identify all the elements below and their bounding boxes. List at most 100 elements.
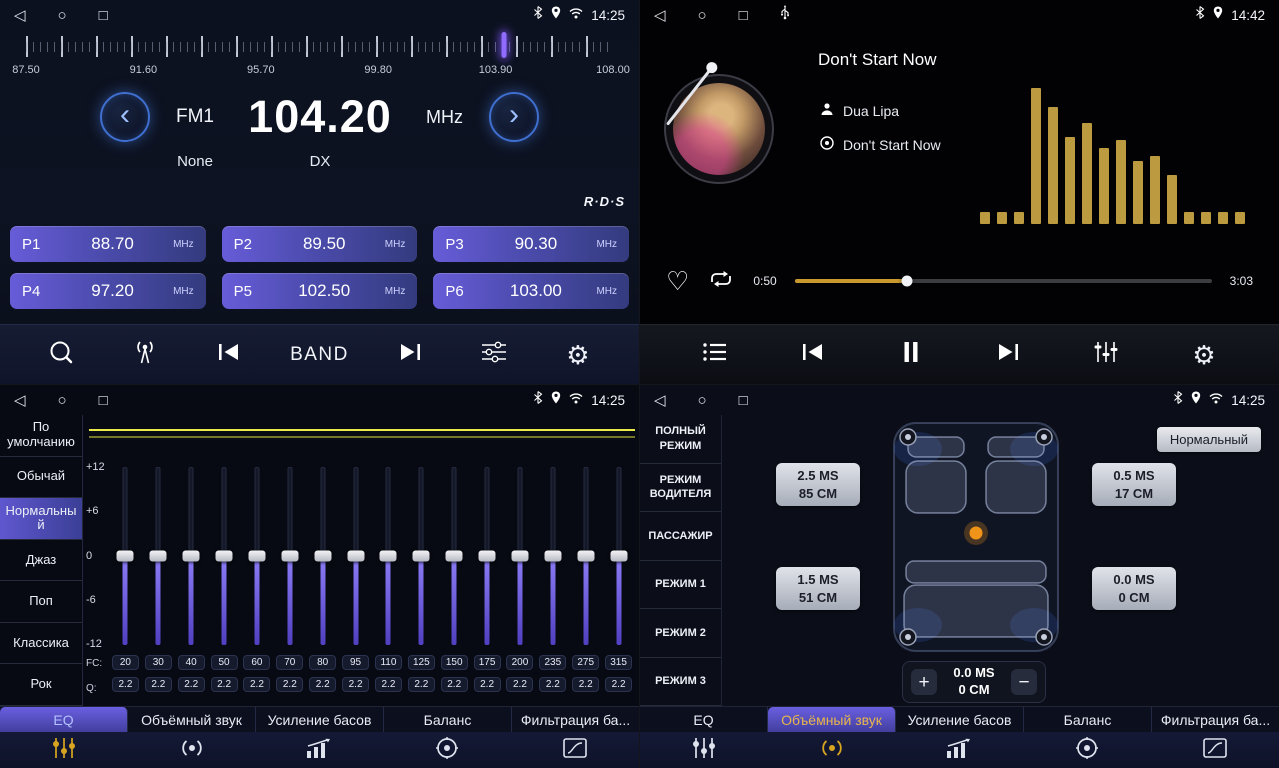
recents-button[interactable]: □ xyxy=(99,8,108,23)
preset-button[interactable]: P4 97.20 MHz xyxy=(10,273,206,309)
listening-mode-item[interactable]: РЕЖИМ 3 xyxy=(640,658,721,707)
delay-front-left[interactable]: 2.5 MS 85 CM xyxy=(776,463,860,506)
slider-handle[interactable] xyxy=(479,551,496,562)
eq-preset-item[interactable]: Классика xyxy=(0,623,82,665)
seek-down-button[interactable]: ‹ xyxy=(100,92,150,142)
eq-band-slider[interactable] xyxy=(273,467,306,645)
preset-button[interactable]: P3 90.30 MHz xyxy=(433,226,629,262)
eq-band-slider[interactable] xyxy=(405,467,438,645)
tuning-ruler[interactable] xyxy=(26,35,613,61)
audio-tab[interactable]: EQ xyxy=(640,707,768,732)
previous-station-button[interactable] xyxy=(206,333,252,377)
listening-mode-item[interactable]: РЕЖИМ ВОДИТЕЛЯ xyxy=(640,464,721,513)
audio-tab[interactable]: Усиление басов xyxy=(896,707,1024,732)
repeat-button[interactable] xyxy=(707,268,735,295)
increase-button[interactable]: + xyxy=(911,669,937,695)
preset-button[interactable]: P2 89.50 MHz xyxy=(222,226,418,262)
progress-knob[interactable] xyxy=(902,276,913,287)
slider-handle[interactable] xyxy=(281,551,298,562)
slider-handle[interactable] xyxy=(150,551,167,562)
back-button[interactable]: ◁ xyxy=(654,393,666,408)
audio-settings-button[interactable] xyxy=(471,333,517,377)
home-button[interactable]: ○ xyxy=(58,393,67,408)
home-button[interactable]: ○ xyxy=(698,8,707,23)
home-button[interactable]: ○ xyxy=(698,393,707,408)
audio-tab[interactable]: Усиление басов xyxy=(256,707,384,732)
sound-preset-button[interactable]: Нормальный xyxy=(1157,427,1261,452)
surround-tab-button[interactable] xyxy=(128,732,256,768)
recents-button[interactable]: □ xyxy=(99,393,108,408)
band-button[interactable]: BAND xyxy=(290,333,349,377)
eq-band-slider[interactable] xyxy=(306,467,339,645)
bass-boost-tab-button[interactable] xyxy=(256,732,384,768)
slider-handle[interactable] xyxy=(216,551,233,562)
previous-track-button[interactable] xyxy=(790,333,836,377)
listening-mode-item[interactable]: РЕЖИМ 2 xyxy=(640,609,721,658)
tuning-indicator[interactable] xyxy=(502,32,507,58)
playlist-button[interactable] xyxy=(692,333,738,377)
broadcast-button[interactable] xyxy=(122,333,168,377)
filter-tab-button[interactable] xyxy=(1151,732,1279,768)
slider-handle[interactable] xyxy=(544,551,561,562)
filter-tab-button[interactable] xyxy=(511,732,639,768)
eq-band-slider[interactable] xyxy=(536,467,569,645)
eq-preset-item[interactable]: По умолчанию xyxy=(0,415,82,457)
slider-handle[interactable] xyxy=(511,551,528,562)
eq-preset-item[interactable]: Рок xyxy=(0,664,82,706)
eq-preset-item[interactable]: Нормальный xyxy=(0,498,82,540)
audio-tab[interactable]: Объёмный звук xyxy=(768,707,896,732)
back-button[interactable]: ◁ xyxy=(14,393,26,408)
eq-preset-item[interactable]: Джаз xyxy=(0,540,82,582)
preset-button[interactable]: P5 102.50 MHz xyxy=(222,273,418,309)
audio-tab[interactable]: Объёмный звук xyxy=(128,707,256,732)
favorite-button[interactable]: ♡ xyxy=(666,268,689,294)
eq-preset-item[interactable]: Поп xyxy=(0,581,82,623)
pause-button[interactable] xyxy=(888,333,934,377)
listening-mode-item[interactable]: РЕЖИМ 1 xyxy=(640,561,721,610)
seek-up-button[interactable]: › xyxy=(489,92,539,142)
eq-band-slider[interactable] xyxy=(208,467,241,645)
progress-bar[interactable] xyxy=(795,279,1212,283)
settings-button[interactable]: ⚙ xyxy=(555,333,601,377)
slider-handle[interactable] xyxy=(610,551,627,562)
balance-tab-button[interactable] xyxy=(383,732,511,768)
preset-button[interactable]: P1 88.70 MHz xyxy=(10,226,206,262)
next-station-button[interactable] xyxy=(387,333,433,377)
equalizer-button[interactable] xyxy=(1083,333,1129,377)
eq-band-slider[interactable] xyxy=(569,467,602,645)
audio-tab[interactable]: Фильтрация ба... xyxy=(1152,707,1279,732)
eq-band-slider[interactable] xyxy=(241,467,274,645)
eq-tab-button[interactable] xyxy=(0,732,128,768)
bass-boost-tab-button[interactable] xyxy=(896,732,1024,768)
eq-band-slider[interactable] xyxy=(471,467,504,645)
slider-handle[interactable] xyxy=(577,551,594,562)
delay-front-right[interactable]: 0.5 MS 17 CM xyxy=(1092,463,1176,506)
eq-band-slider[interactable] xyxy=(142,467,175,645)
listening-mode-item[interactable]: ПОЛНЫЙ РЕЖИМ xyxy=(640,415,721,464)
next-track-button[interactable] xyxy=(985,333,1031,377)
audio-tab[interactable]: Фильтрация ба... xyxy=(512,707,639,732)
delay-rear-left[interactable]: 1.5 MS 51 CM xyxy=(776,567,860,610)
slider-handle[interactable] xyxy=(117,551,134,562)
slider-handle[interactable] xyxy=(183,551,200,562)
slider-handle[interactable] xyxy=(248,551,265,562)
eq-band-slider[interactable] xyxy=(602,467,635,645)
eq-band-slider[interactable] xyxy=(109,467,142,645)
slider-handle[interactable] xyxy=(380,551,397,562)
delay-rear-right[interactable]: 0.0 MS 0 CM xyxy=(1092,567,1176,610)
slider-handle[interactable] xyxy=(347,551,364,562)
recents-button[interactable]: □ xyxy=(739,393,748,408)
slider-handle[interactable] xyxy=(413,551,430,562)
eq-band-slider[interactable] xyxy=(504,467,537,645)
decrease-button[interactable]: − xyxy=(1011,669,1037,695)
car-cabin-map[interactable] xyxy=(892,421,1060,653)
home-button[interactable]: ○ xyxy=(58,8,67,23)
settings-button[interactable]: ⚙ xyxy=(1181,333,1227,377)
eq-band-slider[interactable] xyxy=(339,467,372,645)
back-button[interactable]: ◁ xyxy=(654,8,666,23)
preset-button[interactable]: P6 103.00 MHz xyxy=(433,273,629,309)
slider-handle[interactable] xyxy=(446,551,463,562)
eq-band-slider[interactable] xyxy=(175,467,208,645)
eq-tab-button[interactable] xyxy=(640,732,768,768)
balance-tab-button[interactable] xyxy=(1023,732,1151,768)
